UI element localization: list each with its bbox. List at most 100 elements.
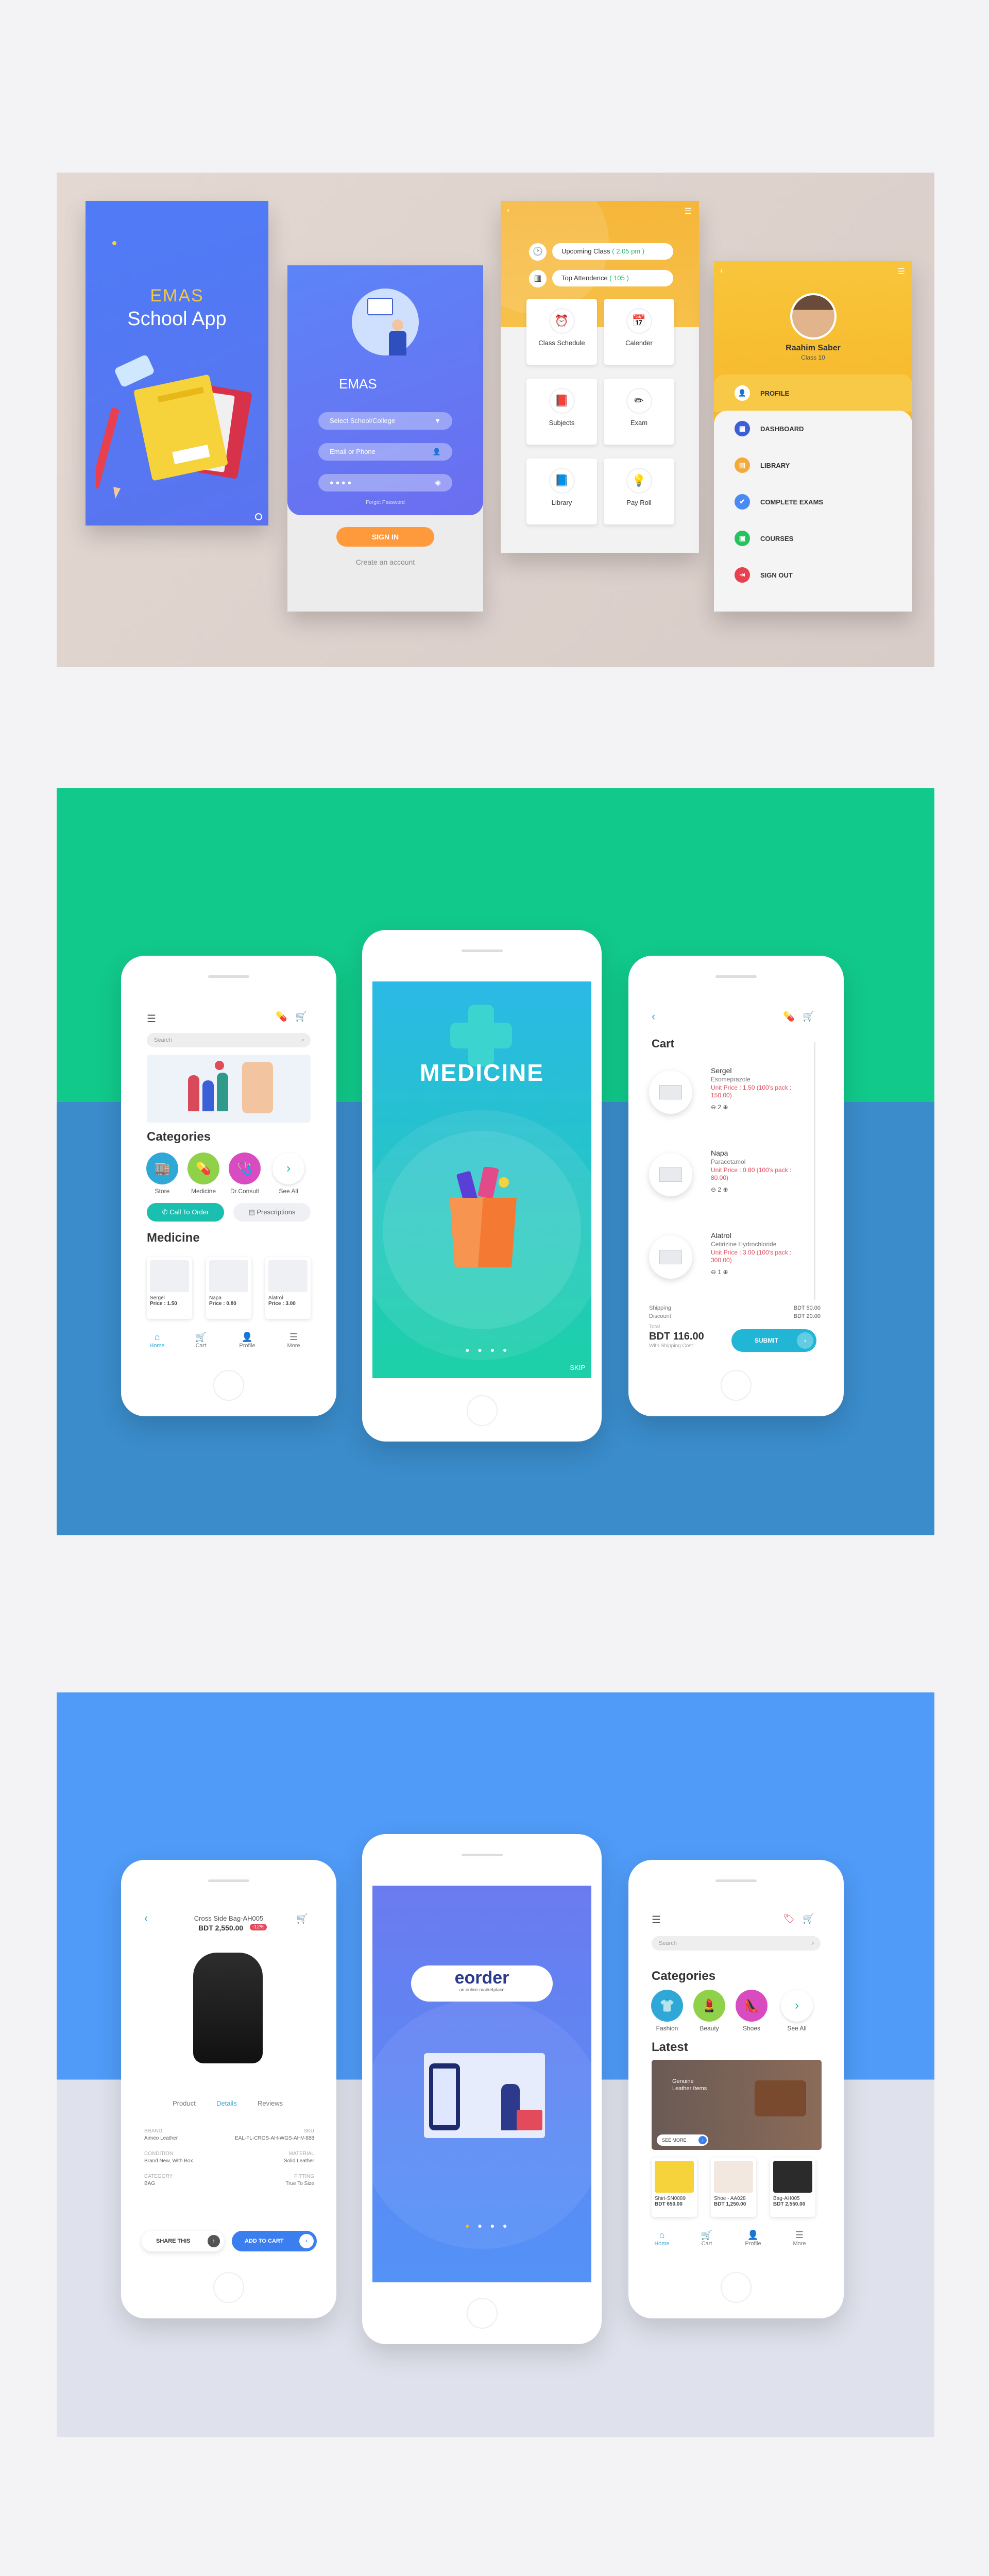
stethoscope-icon: 🩺 [229, 1153, 261, 1184]
tile-library[interactable]: 📘 Library [526, 459, 597, 524]
minus-button[interactable]: ⊖ [711, 1268, 716, 1276]
cart-icon: 🛒 [195, 1332, 207, 1342]
latest-banner[interactable]: Genuine Leather Items SEE MORE › [652, 2060, 822, 2150]
product-card-sergel[interactable]: Sergel Price : 1.50 [147, 1257, 192, 1319]
cart-icon[interactable]: 🛒 [295, 1011, 306, 1022]
search-input[interactable]: Search ⌕ [147, 1033, 311, 1047]
menu-icon[interactable]: ☰ [685, 206, 692, 216]
store-icon: 🏬 [146, 1153, 178, 1184]
pill-icon[interactable]: 🏷 [783, 1913, 795, 1924]
doctors-banner [147, 1055, 311, 1123]
menu-item-complete-exams[interactable]: ✔ COMPLETE EXAMS [735, 492, 823, 512]
back-icon[interactable]: ‹ [507, 206, 509, 215]
pill-icon[interactable]: 💊 [783, 1011, 794, 1022]
menu-item-courses[interactable]: ▣ COURSES [735, 528, 793, 549]
cart-icon[interactable]: 🛒 [803, 1913, 814, 1924]
discount-badge: -12% [250, 1924, 267, 1930]
category-beauty[interactable]: 💄 Beauty [691, 1990, 727, 2032]
tile-subjects[interactable]: 📕 Subjects [526, 379, 597, 445]
share-button[interactable]: SHARE THIS ↑ [142, 2231, 224, 2251]
tile-pay-roll[interactable]: 💡 Pay Roll [604, 459, 674, 524]
category-medicine[interactable]: 💊 Medicine [185, 1153, 221, 1195]
upcoming-class-pill: Upcoming Class ( 2.05 pm ) [552, 243, 673, 260]
school-dashboard-screen: ‹ ☰ 🕑 Upcoming Class ( 2.05 pm ) ▥ Top A… [501, 201, 699, 553]
bag-image [193, 1953, 263, 2063]
logo-icon [255, 513, 262, 520]
tab-more[interactable]: ☰ More [278, 1332, 309, 1349]
plus-button[interactable]: ⊕ [723, 1268, 728, 1276]
store-illustration [424, 2053, 545, 2138]
submit-button[interactable]: SUBMIT › [731, 1329, 816, 1352]
skip-button[interactable]: SKIP [570, 1364, 585, 1371]
eorder-product-phone: ‹ Cross Side Bag-AH005 BDT 2,550.00 -12%… [121, 1860, 336, 2318]
category-dr-consult[interactable]: 🩺 Dr.Consult [227, 1153, 263, 1195]
tab-cart[interactable]: 🛒 Cart [691, 2230, 722, 2247]
tab-home[interactable]: ⌂ Home [142, 1332, 173, 1349]
product-details: BRAND SKU Aimeo Leather EAL-FL-CROS-AH-WGS… [144, 2128, 314, 2187]
create-account-link[interactable]: Create an account [287, 558, 483, 566]
back-icon[interactable]: ‹ [652, 1010, 655, 1023]
pill-icon[interactable]: 💊 [276, 1011, 287, 1022]
product-card-bag[interactable]: Bag-AH005 BDT 2,550.00 [770, 2158, 815, 2217]
menu-item-library[interactable]: ▤ LIBRARY [735, 455, 790, 476]
school-select-field[interactable]: Select School/College ▼ [318, 412, 452, 430]
category-see-all[interactable]: › See All [270, 1153, 306, 1195]
book-icon: 📕 [549, 388, 575, 414]
tab-cart[interactable]: 🛒 Cart [185, 1332, 216, 1349]
category-store[interactable]: 🏬 Store [144, 1153, 180, 1195]
tab-profile[interactable]: 👤 Profile [232, 1332, 263, 1349]
plus-button[interactable]: ⊕ [723, 1104, 728, 1111]
cart-item: Alatrol Cetirizine Hydrochloride Unit Pric… [649, 1226, 809, 1306]
product-card-shoe[interactable]: Shoe - AA028 BDT 1,250.00 [711, 2158, 756, 2217]
hamburger-icon[interactable]: ☰ [652, 1913, 661, 1926]
more-icon: ☰ [795, 2230, 804, 2240]
product-card-shirt[interactable]: Shirt-SN0089 BDT 650.00 [652, 2158, 697, 2217]
tab-more[interactable]: ☰ More [784, 2230, 815, 2247]
plus-button[interactable]: ⊕ [723, 1186, 728, 1193]
menu-item-profile[interactable]: 👤 PROFILE [735, 383, 789, 403]
arrow-right-icon: › [299, 2234, 314, 2248]
password-field[interactable]: ● ● ● ● ◉ [318, 474, 452, 492]
total-label: Total [649, 1324, 660, 1330]
sign-in-button[interactable]: SIGN IN [336, 527, 434, 547]
eorder-app-panel: ‹ Cross Side Bag-AH005 BDT 2,550.00 -12%… [57, 1692, 934, 2437]
menu-item-dashboard[interactable]: ▦ DASHBOARD [735, 418, 804, 439]
cart-title: Cart [652, 1037, 675, 1050]
add-to-cart-button[interactable]: ADD TO CART › [232, 2231, 317, 2251]
tab-details[interactable]: Details [216, 2099, 237, 2107]
back-icon[interactable]: ‹ [720, 266, 723, 276]
tile-exam[interactable]: ✏ Exam [604, 379, 674, 445]
total-note: With Shipping Cost [649, 1343, 693, 1349]
cart-icon[interactable]: 🛒 [296, 1913, 308, 1924]
search-input[interactable]: Search ⌕ [652, 1936, 821, 1951]
splash-screen: eorder an online marketplace ● ● ● ● [372, 1886, 591, 2282]
dashboard-icon: ▦ [735, 421, 750, 436]
category-shoes[interactable]: 👠 Shoes [734, 1990, 770, 2032]
category-fashion[interactable]: 👕 Fashion [649, 1990, 685, 2032]
tab-reviews[interactable]: Reviews [258, 2099, 283, 2107]
user-icon: 👤 [735, 385, 750, 401]
product-card-napa[interactable]: Napa Price : 0.80 [206, 1257, 251, 1319]
tile-calender[interactable]: 📅 Calender [604, 299, 674, 365]
hamburger-icon[interactable]: ☰ [147, 1012, 156, 1025]
cart-icon[interactable]: 🛒 [803, 1011, 814, 1022]
tab-home[interactable]: ⌂ Home [646, 2230, 677, 2247]
tab-product[interactable]: Product [173, 2099, 196, 2107]
splash-title: MEDICINE [420, 1059, 544, 1086]
library-icon: ▤ [735, 457, 750, 473]
forgot-password-link[interactable]: Forgot Password [287, 500, 483, 505]
lipstick-icon: 💄 [693, 1990, 725, 2022]
email-field[interactable]: Email or Phone 👤 [318, 443, 452, 461]
prescriptions-button[interactable]: ▤ Prescriptions [233, 1203, 311, 1222]
product-card-alatrol[interactable]: Alatrol Price : 3.00 [265, 1257, 311, 1319]
call-to-order-button[interactable]: ✆ Call To Order [147, 1203, 224, 1222]
tile-class-schedule[interactable]: ⏰ Class Schedule [526, 299, 597, 365]
category-see-all[interactable]: › See All [779, 1990, 815, 2032]
menu-icon[interactable]: ☰ [898, 266, 905, 277]
menu-item-sign-out[interactable]: ⇥ SIGN OUT [735, 565, 793, 585]
avatar [790, 293, 837, 340]
tab-profile[interactable]: 👤 Profile [738, 2230, 769, 2247]
minus-button[interactable]: ⊖ [711, 1186, 716, 1193]
see-more-button[interactable]: SEE MORE › [657, 2134, 708, 2146]
minus-button[interactable]: ⊖ [711, 1104, 716, 1111]
